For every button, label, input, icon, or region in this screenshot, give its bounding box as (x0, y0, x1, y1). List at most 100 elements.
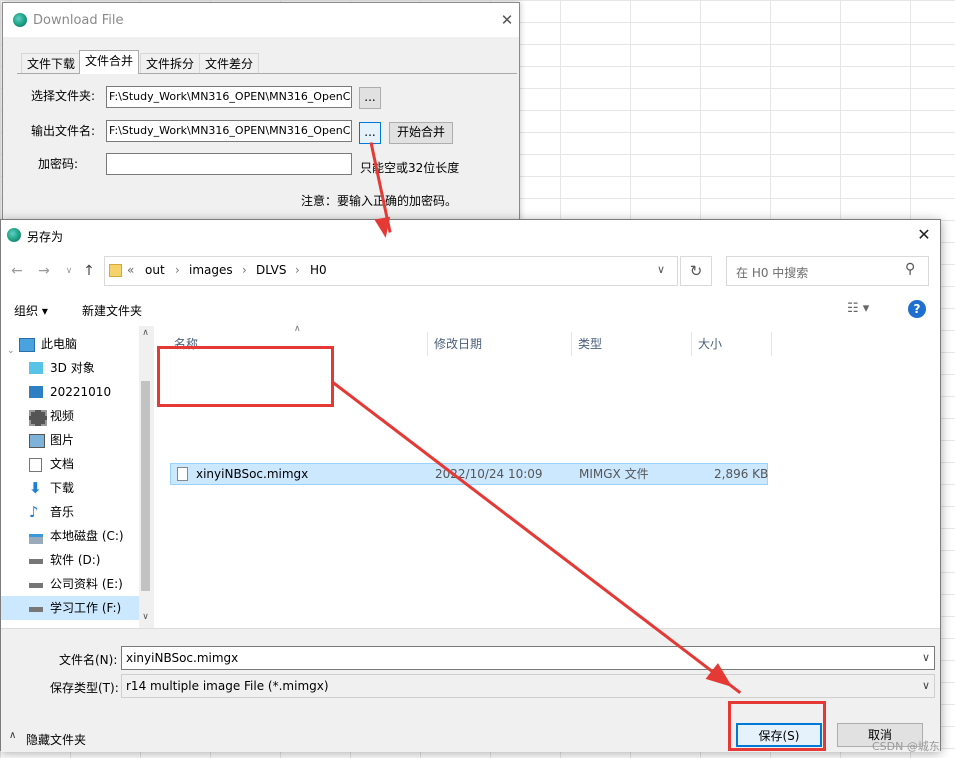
nav-label: 此电脑 (41, 337, 78, 351)
password-field[interactable] (106, 153, 352, 175)
filetype-select[interactable]: r14 multiple image File (*.mimgx) ∨ (121, 674, 935, 698)
column-header-size[interactable]: 大小 (692, 332, 772, 356)
scroll-up-icon[interactable]: ∧ (140, 328, 151, 338)
drive-icon (29, 559, 43, 564)
help-icon[interactable]: ? (908, 300, 926, 318)
nav-label: 学习工作 (F:) (50, 601, 122, 615)
drive-icon (29, 534, 43, 544)
address-bar[interactable]: « out › images › DLVS › H0 ∨ (104, 256, 678, 286)
refresh-icon[interactable]: ↻ (680, 256, 712, 286)
filename-input[interactable]: xinyiNBSoc.mimgx ∨ (121, 646, 935, 670)
nav-label: 音乐 (50, 505, 75, 519)
file-icon (177, 467, 188, 481)
file-row[interactable]: xinyiNBSoc.mimgx 2022/10/24 10:09 MIMGX … (170, 463, 768, 485)
recent-locations-chevron-icon[interactable]: ∨ (60, 262, 78, 280)
hide-folders-toggle[interactable]: 隐藏文件夹 (26, 731, 86, 748)
breadcrumb-h0[interactable]: H0 (310, 263, 327, 277)
tab-file-split[interactable]: 文件拆分 (140, 53, 201, 73)
select-folder-field[interactable]: F:\Study_Work\MN316_OPEN\MN316_OpenCPU\ (106, 86, 352, 108)
search-icon[interactable]: ⚲ (905, 261, 915, 277)
nav-label: 本地磁盘 (C:) (50, 529, 124, 543)
nav-item-drive-c[interactable]: 本地磁盘 (C:) (1, 524, 139, 548)
drive-icon (29, 583, 43, 588)
view-options-icon[interactable]: ☷ ▾ (847, 301, 869, 316)
filetype-label: 保存类型(T): (50, 681, 119, 695)
navigation-pane: ⌄ 此电脑 3D 对象 20221010 视频 图片 文档 ⬇ 下载 ♪ 音乐 … (1, 326, 151, 628)
annotation-arrow-head (374, 216, 394, 240)
nav-label: 文档 (50, 457, 75, 471)
close-icon[interactable]: ✕ (497, 10, 517, 30)
app-icon (7, 228, 21, 242)
video-icon (29, 410, 47, 426)
forward-arrow-icon[interactable]: → (35, 262, 53, 280)
breadcrumb-out[interactable]: out (145, 263, 165, 277)
organize-button[interactable]: 组织 ▾ (14, 302, 48, 319)
nav-item-drive-e[interactable]: 公司资料 (E:) (1, 572, 139, 596)
tab-file-merge[interactable]: 文件合并 (79, 50, 140, 74)
download-window-title: Download File (33, 13, 124, 28)
drive-icon (29, 607, 43, 612)
nav-item-downloads[interactable]: ⬇ 下载 (1, 476, 139, 500)
back-arrow-icon[interactable]: ← (8, 262, 26, 280)
close-icon[interactable]: ✕ (913, 224, 935, 246)
navigation-bar: ← → ∨ ↑ « out › images › DLVS › H0 ∨ ↻ 在… (1, 250, 940, 292)
save-dialog-title: 另存为 (27, 230, 64, 244)
start-merge-button[interactable]: 开始合并 (389, 122, 453, 144)
download-icon: ⬇ (29, 479, 42, 497)
music-icon: ♪ (29, 503, 39, 521)
scroll-down-icon[interactable]: ∨ (140, 612, 151, 622)
browse-folder-button[interactable]: ... (359, 87, 381, 109)
nav-item-drive-d[interactable]: 软件 (D:) (1, 548, 139, 572)
app-icon (13, 13, 27, 27)
cube-icon (29, 362, 43, 374)
document-icon (29, 458, 42, 472)
breadcrumb-dlvs[interactable]: DLVS (256, 263, 286, 277)
nav-item-pictures[interactable]: 图片 (1, 428, 139, 452)
download-window-titlebar: Download File ✕ (3, 3, 519, 37)
output-name-field[interactable]: F:\Study_Work\MN316_OPEN\MN316_OpenCPU\ (106, 120, 352, 142)
breadcrumb-separator-icon: › (175, 263, 180, 277)
password-label: 加密码: (38, 157, 79, 171)
nav-item-music[interactable]: ♪ 音乐 (1, 500, 139, 524)
filename-label: 文件名(N): (59, 653, 118, 667)
search-input[interactable]: 在 H0 中搜索 ⚲ (726, 256, 929, 286)
nav-label: 3D 对象 (50, 361, 95, 375)
nav-item-videos[interactable]: 视频 (1, 404, 139, 428)
nav-item-this-pc[interactable]: ⌄ 此电脑 (1, 332, 139, 356)
password-notice: 注意：要输入正确的加密码。 (301, 194, 458, 208)
nav-item-20221010[interactable]: 20221010 (1, 380, 139, 404)
browse-output-button[interactable]: ... (359, 122, 381, 144)
chevron-up-icon[interactable]: ∧ (9, 730, 16, 741)
filename-value: xinyiNBSoc.mimgx (126, 651, 239, 665)
nav-item-3d-objects[interactable]: 3D 对象 (1, 356, 139, 380)
up-arrow-icon[interactable]: ↑ (80, 262, 98, 280)
file-size: 2,896 KB (714, 467, 769, 481)
download-file-window: Download File ✕ 文件下载 文件合并 文件拆分 文件差分 选择文件… (2, 2, 520, 222)
nav-label: 视频 (50, 409, 75, 423)
nav-item-documents[interactable]: 文档 (1, 452, 139, 476)
breadcrumb-separator-icon: › (295, 263, 300, 277)
column-header-type[interactable]: 类型 (572, 332, 692, 356)
tab-file-diff[interactable]: 文件差分 (199, 53, 260, 73)
nav-label: 下载 (50, 481, 75, 495)
address-dropdown-icon[interactable]: ∨ (657, 263, 665, 276)
nav-scrollbar-thumb[interactable] (141, 381, 150, 591)
nav-label: 公司资料 (E:) (50, 577, 123, 591)
breadcrumb-prefix: « (127, 263, 135, 277)
column-header-date[interactable]: 修改日期 (428, 332, 572, 356)
tab-file-download[interactable]: 文件下载 (21, 53, 82, 73)
folder-icon (109, 264, 122, 277)
command-toolbar: 组织 ▾ 新建文件夹 ☷ ▾ ? (1, 292, 940, 326)
breadcrumb-images[interactable]: images (189, 263, 233, 277)
filetype-value: r14 multiple image File (*.mimgx) (126, 679, 329, 693)
watermark: CSDN @城东 (872, 740, 940, 753)
breadcrumb-separator-icon: › (242, 263, 247, 277)
output-name-label: 输出文件名: (31, 124, 96, 138)
new-folder-button[interactable]: 新建文件夹 (82, 302, 142, 319)
nav-item-drive-f[interactable]: 学习工作 (F:) (1, 596, 139, 620)
chevron-down-icon[interactable]: ∨ (922, 647, 930, 669)
monitor-icon (29, 386, 43, 398)
select-folder-label: 选择文件夹: (31, 89, 96, 103)
file-type: MIMGX 文件 (579, 467, 649, 481)
chevron-down-icon[interactable]: ∨ (922, 675, 930, 697)
